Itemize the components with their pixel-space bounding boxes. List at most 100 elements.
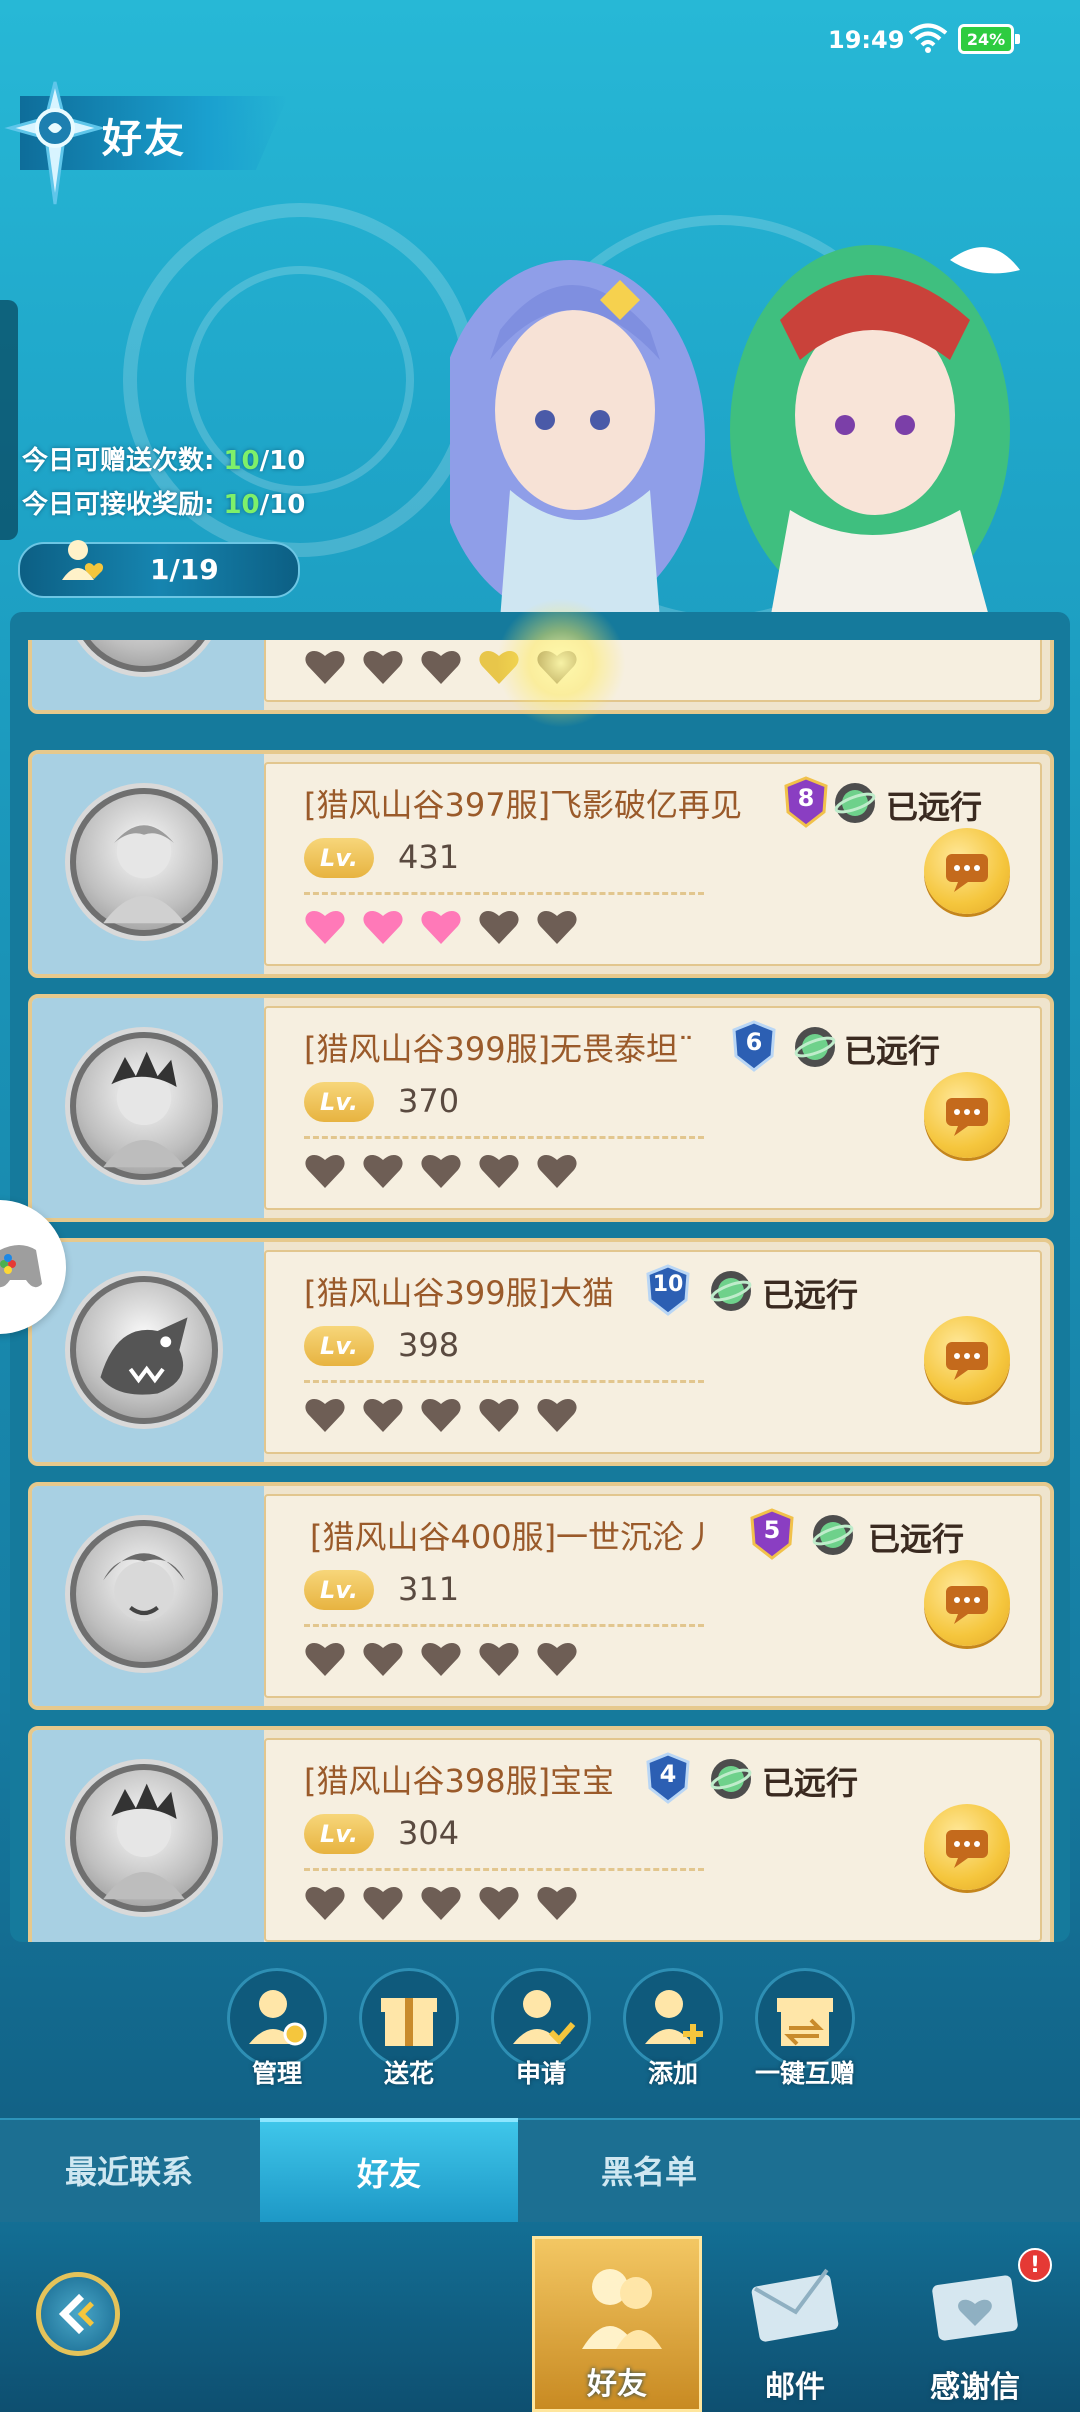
thanks-letter-icon <box>932 2275 1018 2341</box>
chat-bubble-icon <box>946 1586 988 1624</box>
friend-level: 370 <box>398 1082 460 1120</box>
heart-icon <box>363 650 403 684</box>
gift-icon <box>381 1998 437 2046</box>
floating-gamepad-button[interactable] <box>0 1200 66 1334</box>
heart-empty-icon <box>479 1154 519 1188</box>
friend-avatar[interactable] <box>70 1276 218 1424</box>
friend-name: [猎风山谷398服]宝宝 <box>304 1762 615 1800</box>
nav-friends-label: 好友 <box>587 2367 647 2402</box>
friend-name: [猎风山谷399服]无畏泰坦¨ <box>304 1030 695 1068</box>
battery-icon: 24% <box>958 24 1020 54</box>
friend-avatar[interactable] <box>70 1032 218 1180</box>
friend-status: 已远行 <box>762 1764 859 1802</box>
planet-icon <box>812 1515 854 1555</box>
mutual-gift-button[interactable]: 一键互赠 <box>750 1968 860 2090</box>
heart-empty-icon <box>305 1886 345 1920</box>
heart-empty-icon <box>305 1154 345 1188</box>
friend-card[interactable]: [猎风山谷399服]大猫 10 已远行 Lv. 398 <box>28 1238 1054 1466</box>
tab-friends[interactable]: 好友 <box>260 2118 518 2222</box>
manage-button[interactable]: 管理 <box>222 1968 332 2090</box>
avatar-portrait-icon <box>103 1051 185 1168</box>
mail-icon <box>751 2268 839 2342</box>
wifi-icon <box>908 23 948 53</box>
nav-friends[interactable]: 好友 <box>532 2236 702 2412</box>
friend-emblem-icon <box>4 81 106 205</box>
chat-button[interactable] <box>924 1316 1010 1402</box>
friend-status: 已远行 <box>868 1520 965 1558</box>
touch-glow <box>496 598 626 728</box>
heart-empty-icon <box>421 1642 461 1676</box>
send-count-stat: 今日可赠送次数: 10/10 <box>22 440 305 477</box>
level-badge: Lv. <box>304 1814 374 1854</box>
send-flower-button[interactable]: 送花 <box>354 1968 464 2090</box>
friend-card[interactable]: [猎风山谷397服]飞影破亿再见 8 已远行 Lv. 431 <box>28 750 1054 978</box>
nav-mail[interactable]: 邮件 <box>710 2236 880 2412</box>
chat-bubble-icon <box>946 1830 988 1868</box>
friend-heart-icon <box>62 540 104 580</box>
friend-level: 311 <box>398 1570 460 1608</box>
receive-count-label: 今日可接收奖励: <box>22 490 215 520</box>
friend-level: 304 <box>398 1814 460 1852</box>
planet-icon <box>834 783 876 823</box>
back-button[interactable] <box>36 2272 120 2356</box>
heart-empty-icon <box>479 1398 519 1432</box>
friend-name: [猎风山谷397服]飞影破亿再见 <box>304 786 743 824</box>
heart-empty-icon <box>479 1886 519 1920</box>
notification-badge: ! <box>1018 2248 1052 2282</box>
rank-value: 6 <box>745 1028 763 1056</box>
hearts-row <box>304 1150 578 1190</box>
friend-avatar[interactable] <box>70 1764 218 1912</box>
heart-empty-icon <box>537 910 577 944</box>
gamepad-icon <box>0 1245 42 1288</box>
nav-thanks-label: 感谢信 <box>930 2370 1020 2405</box>
page-title: 好友 <box>102 116 186 162</box>
tab-recent-contacts[interactable]: 最近联系 <box>0 2118 258 2222</box>
chat-button[interactable] <box>924 1804 1010 1890</box>
avatar-portrait-icon <box>103 1553 185 1622</box>
characters-illustration <box>450 245 1020 620</box>
chat-button[interactable] <box>924 1072 1010 1158</box>
add-friend-button[interactable]: 添加 <box>618 1968 728 2090</box>
tab-blacklist[interactable]: 黑名单 <box>520 2118 778 2222</box>
add-user-icon <box>645 1990 703 2044</box>
send-count-total: /10 <box>259 446 306 476</box>
friend-status: 已远行 <box>762 1276 859 1314</box>
send-count-label: 今日可赠送次数: <box>22 446 215 476</box>
friend-avatar[interactable] <box>70 788 218 936</box>
requests-button[interactable]: 申请 <box>486 1968 596 2090</box>
receive-count-stat: 今日可接收奖励: 10/10 <box>22 484 305 521</box>
side-drawer-handle[interactable] <box>0 300 18 540</box>
manage-gear-icon <box>249 1990 307 2046</box>
chat-bubble-icon <box>946 1098 988 1136</box>
friend-avatar[interactable] <box>70 1520 218 1668</box>
friend-card[interactable]: [猎风山谷398服]宝宝 4 已远行 Lv. 304 <box>28 1726 1054 1942</box>
friend-list[interactable]: [猎风山谷397服]飞影破亿再见 8 已远行 Lv. 431 [猎风山谷399服… <box>28 640 1054 1942</box>
friends-nav-icon <box>582 2269 662 2349</box>
friend-card[interactable]: [猎风山谷400服]一世沉沦丿 5 已远行 Lv. 311 <box>28 1482 1054 1710</box>
heart-empty-icon <box>479 1642 519 1676</box>
friend-name: [猎风山谷399服]大猫 <box>304 1274 615 1312</box>
friend-status: 已远行 <box>886 788 983 826</box>
level-badge: Lv. <box>304 1326 374 1366</box>
planet-icon <box>710 1271 752 1311</box>
rank-value: 8 <box>797 784 815 812</box>
heart-empty-icon <box>421 1398 461 1432</box>
friend-card[interactable]: [猎风山谷399服]无畏泰坦¨ 6 已远行 Lv. 370 <box>28 994 1054 1222</box>
level-badge: Lv. <box>304 1570 374 1610</box>
status-time: 19:49 <box>828 26 905 54</box>
chat-button[interactable] <box>924 1560 1010 1646</box>
heart-empty-icon <box>537 1154 577 1188</box>
heart-empty-icon <box>305 1398 345 1432</box>
nav-mail-label: 邮件 <box>765 2370 825 2405</box>
mutual-gift-label: 一键互赠 <box>754 2059 855 2088</box>
heart-filled-icon <box>363 910 403 944</box>
heart-empty-icon <box>537 1886 577 1920</box>
friend-name: [猎风山谷400服]一世沉沦丿 <box>310 1518 717 1556</box>
receive-count-value: 10 <box>223 490 260 520</box>
heart-icon <box>305 650 345 684</box>
level-badge: Lv. <box>304 838 374 878</box>
chat-button[interactable] <box>924 828 1010 914</box>
hearts-row <box>304 1638 578 1678</box>
chat-bubble-icon <box>946 1342 988 1380</box>
planet-icon <box>794 1027 836 1067</box>
